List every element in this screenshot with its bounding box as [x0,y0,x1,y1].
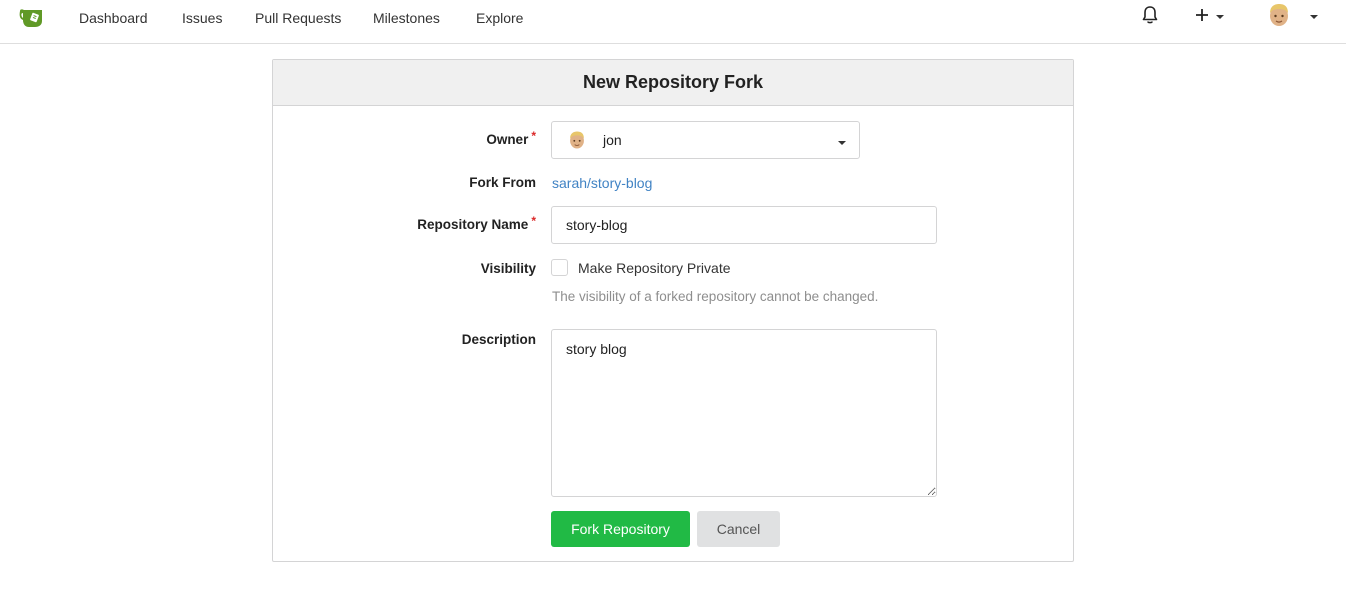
description-textarea[interactable]: story blog [551,329,937,497]
description-label: Description [461,332,536,347]
cancel-button[interactable]: Cancel [697,511,780,547]
top-navbar: Dashboard Issues Pull Requests Milestone… [0,0,1346,44]
fork-repository-form: New Repository Fork Owner * jon Fork From… [272,59,1074,562]
repository-name-label: Repository Name * [417,214,536,232]
private-checkbox[interactable] [551,259,568,276]
required-marker: * [531,129,536,143]
form-title: New Repository Fork [273,60,1073,106]
avatar-icon [1266,2,1292,33]
private-checkbox-label[interactable]: Make Repository Private [578,260,731,276]
chevron-down-icon [1216,15,1224,19]
owner-label: Owner * [486,129,536,147]
nav-dashboard[interactable]: Dashboard [79,9,148,27]
fork-from-label: Fork From [469,175,536,190]
owner-value: jon [603,132,622,148]
user-menu-button[interactable] [1266,2,1322,33]
nav-issues[interactable]: Issues [182,9,222,27]
gitea-logo-icon[interactable] [18,6,48,30]
dropdown-caret-icon [838,141,846,145]
nav-milestones[interactable]: Milestones [373,9,440,27]
repository-name-input[interactable] [551,206,937,244]
notifications-button[interactable] [1141,4,1161,30]
create-new-button[interactable] [1194,4,1232,30]
plus-icon [1194,7,1210,28]
required-marker: * [531,214,536,228]
owner-avatar-icon [567,130,587,150]
visibility-help-text: The visibility of a forked repository ca… [552,289,879,304]
fork-repository-button[interactable]: Fork Repository [551,511,690,547]
chevron-down-icon [1310,15,1318,19]
bell-icon [1141,5,1159,30]
fork-from-link[interactable]: sarah/story-blog [552,175,652,191]
visibility-label: Visibility [480,261,536,276]
nav-explore[interactable]: Explore [476,9,523,27]
nav-pull-requests[interactable]: Pull Requests [255,9,341,27]
owner-dropdown[interactable]: jon [551,121,860,159]
